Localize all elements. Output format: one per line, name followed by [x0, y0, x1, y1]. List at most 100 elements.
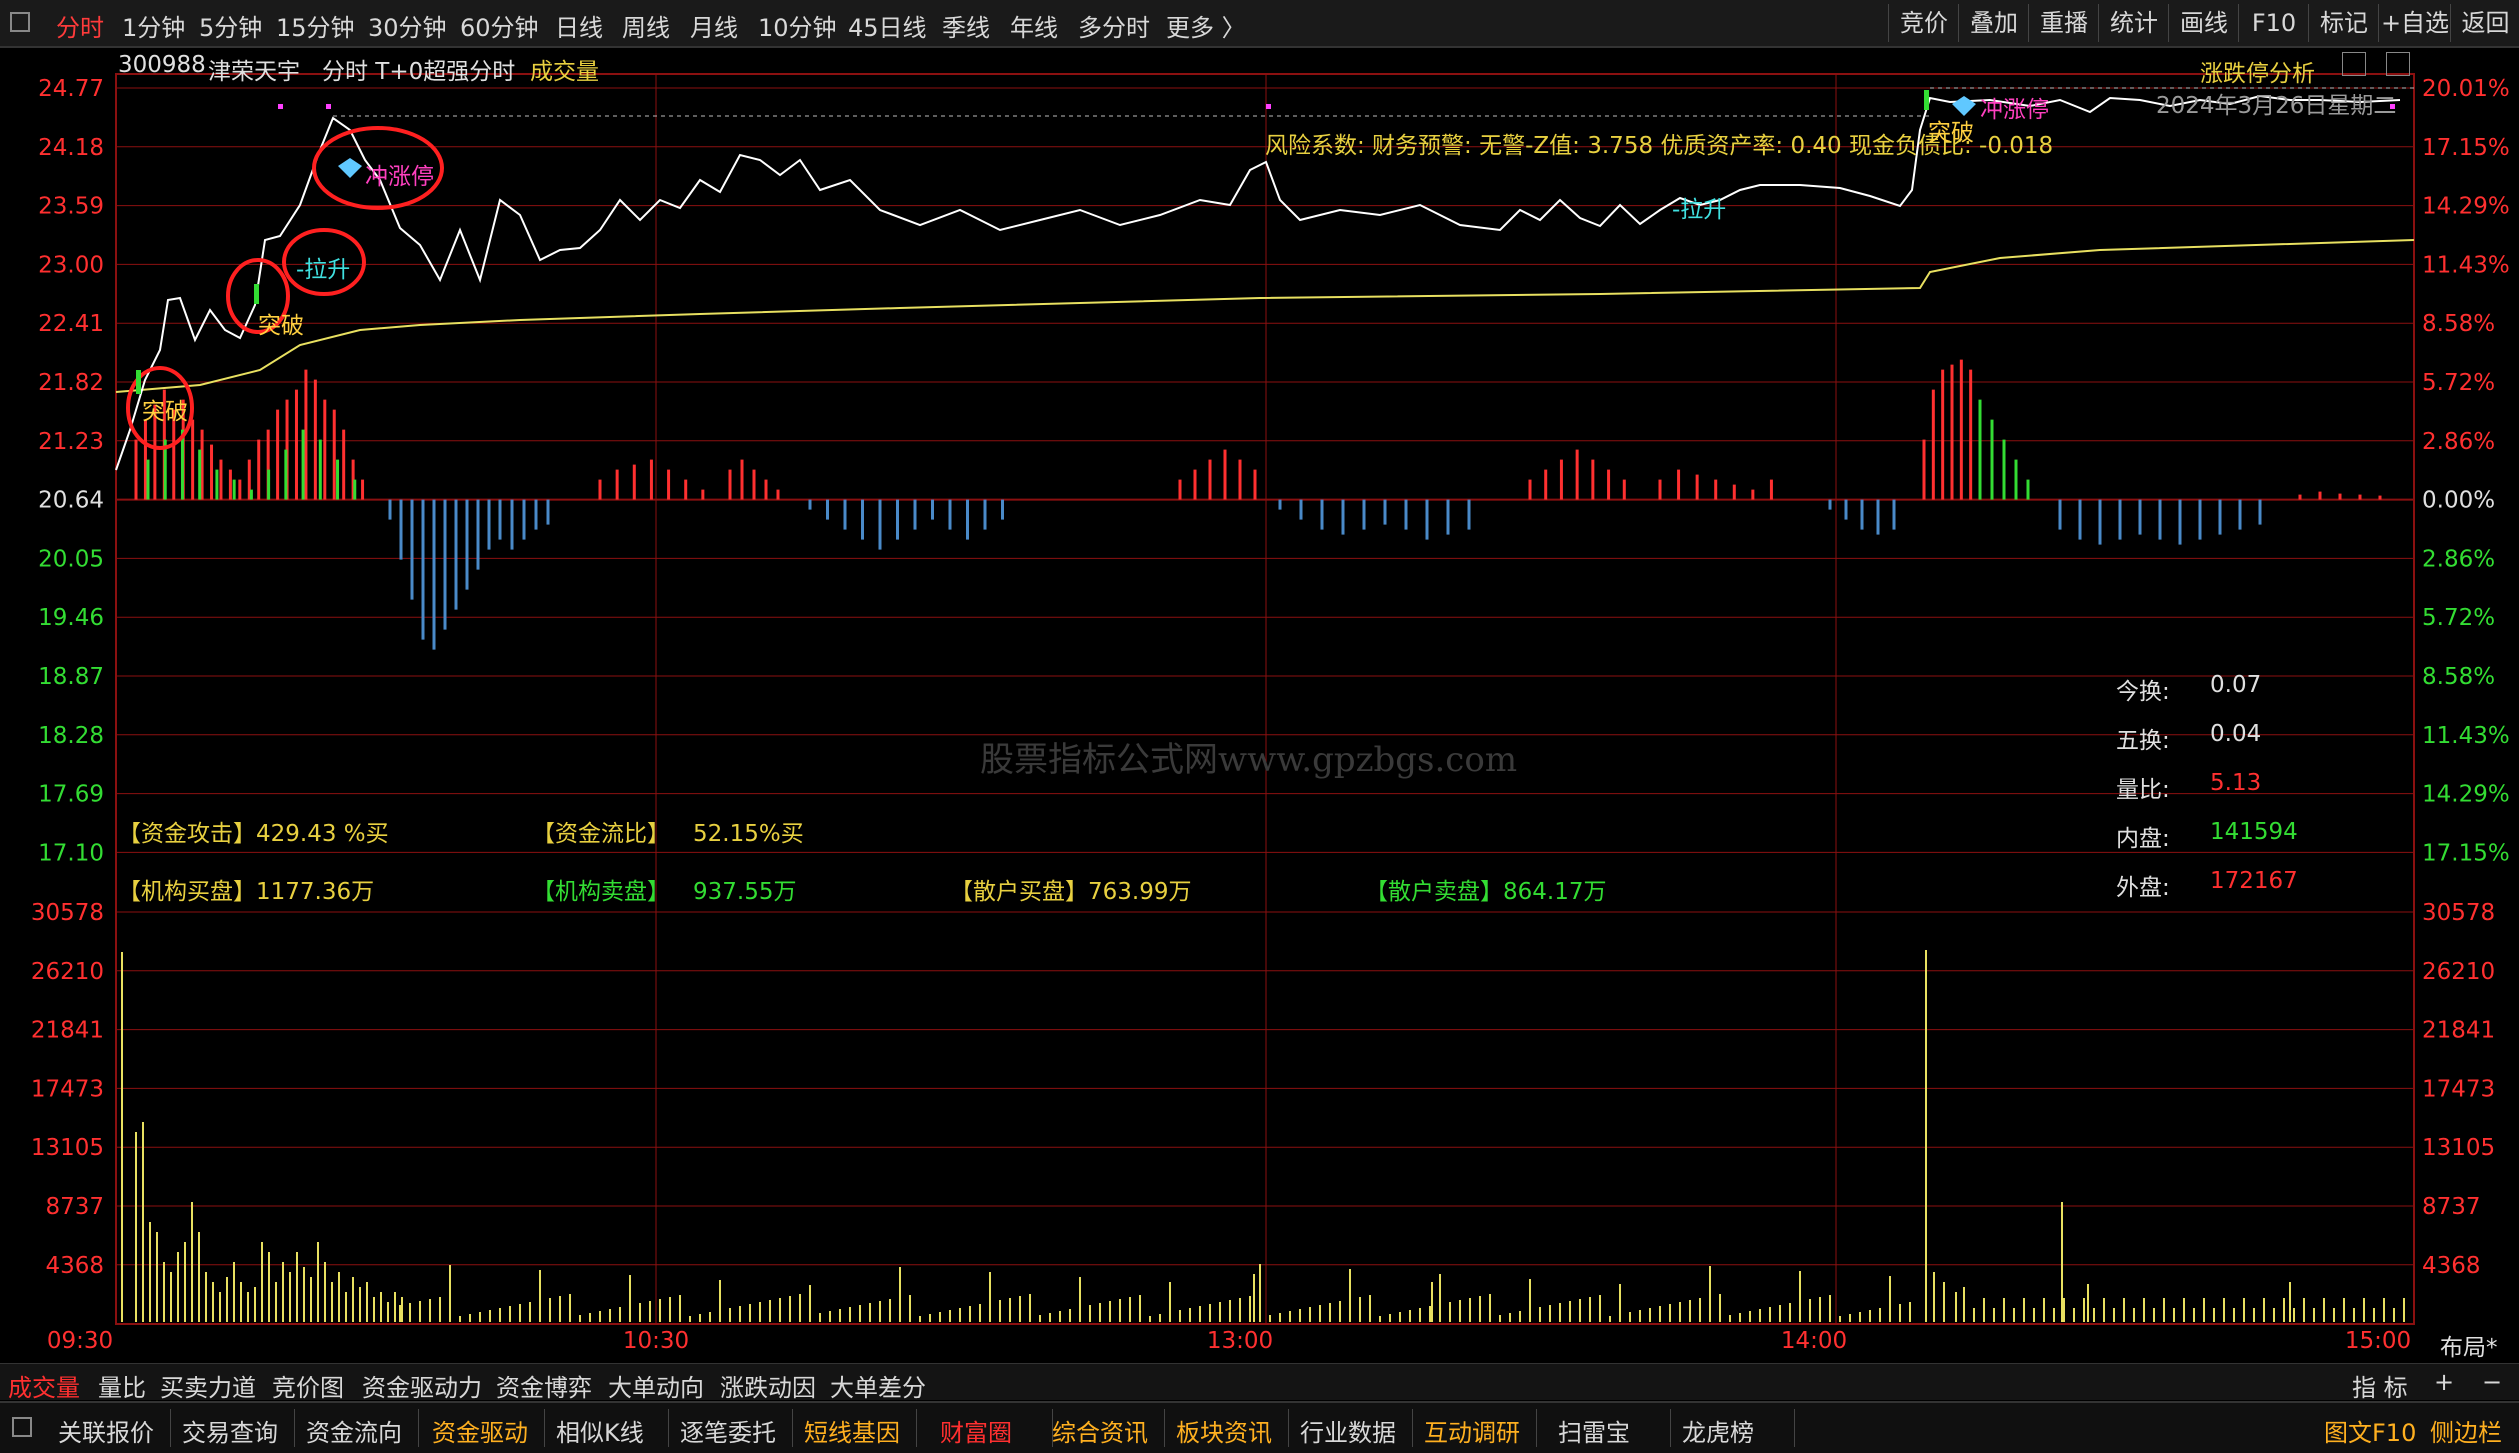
time-tick-label: 15:00 [2345, 1328, 2411, 1354]
stock-name: 津荣天宇 [208, 59, 300, 85]
toolbar-button[interactable]: 标记 [2308, 4, 2379, 42]
chart-mode: 分时 T+0超强分时 [322, 59, 516, 85]
retail-sell-value: 864.17万 [1503, 879, 1607, 905]
indicator-tab[interactable]: 资金驱动力 [362, 1368, 482, 1403]
settings-icon[interactable] [2342, 52, 2366, 76]
panel-toggle-icon[interactable] [12, 1417, 32, 1437]
volume-tick-label: 21841 [31, 1018, 104, 1044]
indicator-control[interactable]: + [2434, 1368, 2454, 1396]
function-tab[interactable]: 板块资讯 [1176, 1413, 1272, 1448]
indicator-tab[interactable]: 资金博弈 [496, 1368, 592, 1403]
period-tab[interactable]: 15分钟 [276, 8, 355, 43]
period-tab[interactable]: 5分钟 [199, 8, 262, 43]
function-tab[interactable]: 关联报价 [58, 1413, 154, 1448]
toolbar-button[interactable]: +自选 [2378, 4, 2451, 42]
period-tab[interactable]: 30分钟 [368, 8, 447, 43]
f10-button[interactable]: 图文F10 [2324, 1413, 2416, 1448]
stat-value: 141594 [2210, 819, 2298, 845]
period-tab[interactable]: 10分钟 [758, 8, 837, 43]
period-tab[interactable]: 更多 〉 [1166, 8, 1246, 43]
tab-separator [1412, 1409, 1413, 1447]
percent-tick-label: 20.01% [2422, 76, 2510, 102]
indicator-tab[interactable]: 竞价图 [272, 1368, 344, 1403]
indicator-tab[interactable]: 涨跌动因 [720, 1368, 816, 1403]
volume-tick-label: 17473 [31, 1076, 104, 1102]
period-tab[interactable]: 60分钟 [460, 8, 539, 43]
volume-tick-label: 4368 [2422, 1253, 2481, 1279]
function-tabbar: 关联报价 交易查询 资金流向 资金驱动 相似K线 逐笔委托 短线基因 财富圈 综合资讯 板块资讯行… [0, 1401, 2519, 1453]
period-tab[interactable]: 45日线 [848, 8, 927, 43]
marker-dot [1266, 104, 1271, 109]
layout-button[interactable]: 布局* [2440, 1328, 2498, 1362]
period-tab[interactable]: 多分时 [1078, 8, 1150, 43]
expand-icon[interactable] [2386, 52, 2410, 76]
average-price-line [115, 239, 2415, 393]
tab-separator [1670, 1409, 1671, 1447]
function-tab[interactable]: 资金流向 [306, 1413, 402, 1448]
period-tab[interactable]: 1分钟 [122, 8, 185, 43]
function-tab[interactable]: 逐笔委托 [680, 1413, 776, 1448]
volume-tick-label: 4368 [45, 1253, 104, 1279]
function-tab[interactable]: 龙虎榜 [1682, 1413, 1754, 1448]
period-tab[interactable]: 季线 [942, 8, 990, 43]
fund-flow-label: 【资金流比】 [532, 821, 670, 847]
window-menu-icon[interactable] [10, 12, 30, 32]
function-tab[interactable]: 交易查询 [182, 1413, 278, 1448]
volume-tick-label: 26210 [31, 959, 104, 985]
volume-tick-label: 17473 [2422, 1076, 2495, 1102]
tab-separator [418, 1409, 419, 1447]
indicator-tabbar: 成交量 量比 买卖力道 竞价图 资金驱动力 资金博弈 大单动向 涨跌动因 大单差分 指 标 + − [0, 1363, 2519, 1403]
function-tab[interactable]: 短线基因 [804, 1413, 900, 1448]
toolbar-button[interactable]: 竞价 [1888, 4, 1959, 42]
toolbar-button[interactable]: 返回 [2450, 4, 2519, 42]
percent-tick-label: 2.86% [2422, 546, 2495, 572]
breakout-label: 突破 [258, 313, 304, 339]
retail-buy-label: 【散户买盘】 [950, 879, 1088, 905]
function-tab[interactable]: 扫雷宝 [1558, 1413, 1630, 1448]
function-tab[interactable]: 互动调研 [1424, 1413, 1520, 1448]
breakout-marker [136, 370, 141, 394]
toolbar-button[interactable]: 统计 [2098, 4, 2169, 42]
breakout-label: 突破 [142, 399, 188, 425]
toolbar-button[interactable]: 画线 [2168, 4, 2239, 42]
toolbar-button[interactable]: F10 [2238, 4, 2309, 42]
function-tab[interactable]: 行业数据 [1300, 1413, 1396, 1448]
toolbar-button[interactable]: 叠加 [1958, 4, 2029, 42]
fund-flow-value: 52.15%买 [693, 821, 804, 847]
tab-separator [1536, 1409, 1537, 1447]
period-tab[interactable]: 周线 [622, 8, 670, 43]
function-tab[interactable]: 资金驱动 [432, 1413, 528, 1448]
period-tab[interactable]: 年线 [1010, 8, 1058, 43]
indicator-tab[interactable]: 大单动向 [608, 1368, 704, 1403]
indicator-control[interactable]: 指 标 [2352, 1368, 2408, 1403]
price-tick-label: 17.10 [38, 840, 104, 866]
price-tick-label: 19.46 [38, 605, 104, 631]
sidebar-button[interactable]: 侧边栏 [2430, 1413, 2502, 1448]
function-tab[interactable]: 综合资讯 [1052, 1413, 1148, 1448]
toolbar-button[interactable]: 重播 [2028, 4, 2099, 42]
volume-tick-label: 26210 [2422, 959, 2495, 985]
price-tick-label: 24.18 [38, 135, 104, 161]
breakout-label: 突破 [1928, 120, 1974, 146]
volume-tick-label: 8737 [45, 1194, 104, 1220]
indicator-control[interactable]: − [2482, 1368, 2502, 1396]
stat-label: 今换: [2116, 679, 2170, 705]
function-tab[interactable]: 相似K线 [556, 1413, 644, 1448]
marker-dot [326, 104, 331, 109]
period-tab[interactable]: 月线 [690, 8, 738, 43]
price-tick-label: 20.64 [38, 488, 104, 514]
indicator-tab[interactable]: 大单差分 [830, 1368, 926, 1403]
period-tab[interactable]: 分时 [56, 8, 104, 43]
percent-tick-label: 11.43% [2422, 723, 2510, 749]
indicator-tab[interactable]: 成交量 [8, 1368, 80, 1403]
indicator-tab[interactable]: 量比 [98, 1368, 146, 1403]
inst-buy-value: 1177.36万 [256, 879, 375, 905]
limit-analysis-title[interactable]: 涨跌停分析 [2200, 54, 2315, 88]
indicator-tab[interactable]: 买卖力道 [160, 1368, 256, 1403]
period-tab[interactable]: 日线 [555, 8, 603, 43]
chart-date: 2024年3月26日星期二 [2156, 93, 2397, 119]
tab-separator [170, 1409, 171, 1447]
price-tick-label: 17.69 [38, 782, 104, 808]
percent-tick-label: 11.43% [2422, 252, 2510, 278]
function-tab[interactable]: 财富圈 [940, 1413, 1012, 1448]
